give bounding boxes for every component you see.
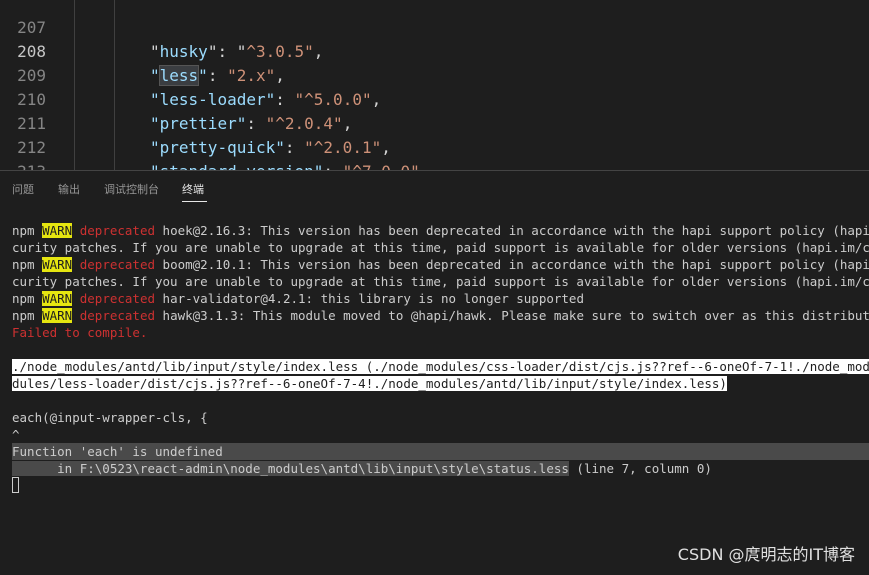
terminal-cursor [12, 477, 19, 493]
terminal-line: ^ [12, 427, 20, 442]
bottom-panel: 问题 输出 调试控制台 终端 npm WARN deprecated hoek@… [0, 170, 869, 575]
code-editor[interactable]: 207 "husky": "^3.0.5", 208 "less": "2.x"… [0, 0, 869, 170]
terminal-line: npm WARN deprecated har-validator@4.2.1:… [12, 291, 584, 306]
selected-path-line: ./node_modules/antd/lib/input/style/inde… [12, 358, 869, 375]
compile-error-message: Failed to compile. [12, 325, 148, 340]
terminal-line: curity patches. If you are unable to upg… [12, 240, 869, 255]
terminal-line: npm WARN deprecated boom@2.10.1: This ve… [12, 257, 869, 272]
tab-terminal[interactable]: 终端 [182, 181, 204, 197]
watermark: CSDN @庹明志的IT博客 [677, 545, 855, 564]
code-line[interactable]: 210 "prettier": "^2.0.4", [0, 64, 869, 133]
code-line[interactable]: 212 "standard-version": "^7.0.0" [0, 112, 869, 170]
terminal-line: curity patches. If you are unable to upg… [12, 274, 869, 289]
tab-problems[interactable]: 问题 [12, 181, 34, 197]
warn-badge: WARN [42, 308, 73, 323]
terminal-output[interactable]: npm WARN deprecated hoek@2.16.3: This ve… [12, 221, 869, 551]
warn-badge: WARN [42, 223, 73, 238]
error-function-line: Function 'each' is undefined [12, 443, 869, 460]
terminal-line: each(@input-wrapper-cls, { [12, 410, 208, 425]
code-line[interactable]: 213 } [0, 136, 869, 170]
code-line[interactable]: 211 "pretty-quick": "^2.0.1", [0, 88, 869, 157]
panel-tabs: 问题 输出 调试控制台 终端 [0, 171, 869, 206]
warn-badge: WARN [42, 291, 73, 306]
tab-debug-console[interactable]: 调试控制台 [104, 181, 159, 197]
code-line[interactable]: 207 "husky": "^3.0.5", [0, 0, 869, 61]
tab-output[interactable]: 输出 [58, 181, 80, 197]
error-location-line: in F:\0523\react-admin\node_modules\antd… [12, 461, 712, 476]
code-line[interactable]: 214 } [0, 160, 869, 170]
code-line[interactable]: 209 "less-loader": "^5.0.0", [0, 40, 869, 109]
terminal-line: npm WARN deprecated hoek@2.16.3: This ve… [12, 223, 869, 238]
code-line-active[interactable]: 208 "less": "2.x", [0, 16, 869, 86]
selected-path-line: dules/less-loader/dist/cjs.js??ref--6-on… [12, 376, 727, 391]
warn-badge: WARN [42, 257, 73, 272]
terminal-line: npm WARN deprecated hawk@3.1.3: This mod… [12, 308, 869, 323]
active-tab-indicator [182, 201, 207, 202]
